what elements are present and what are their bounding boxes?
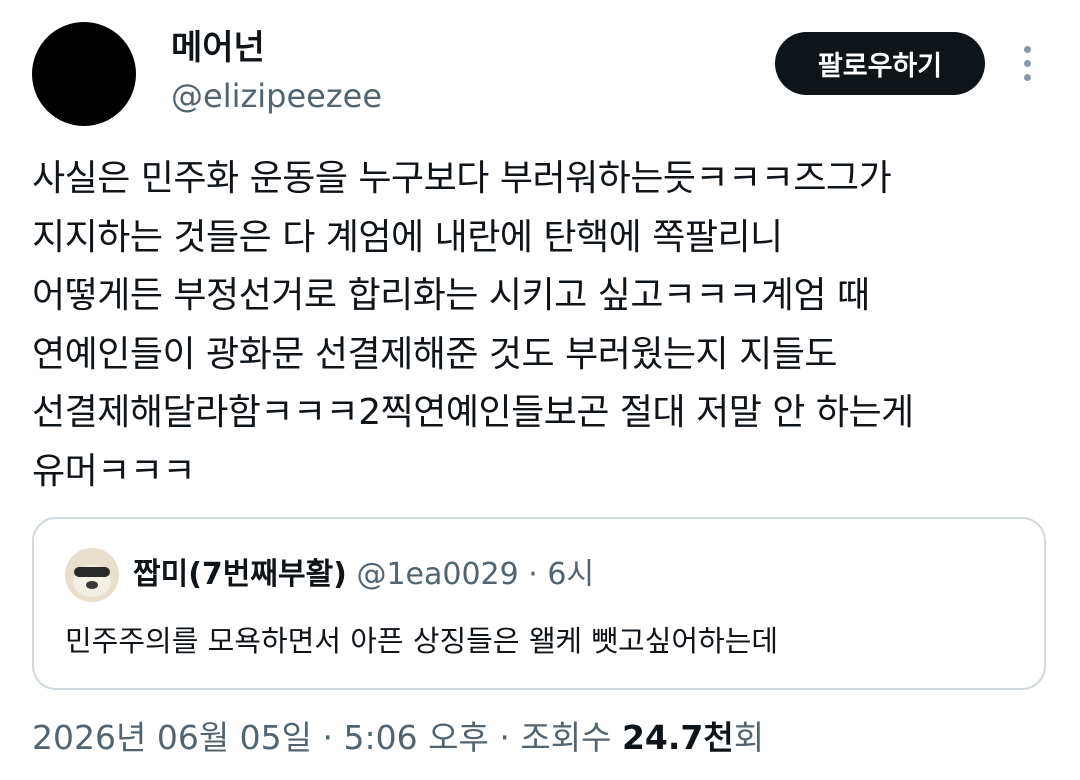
tweet-text: 사실은 민주화 운동을 누구보다 부러워하는듯ㅋㅋㅋ즈그가 지지하는 것들은 다… (32, 158, 914, 492)
quoted-header: 짭미(7번째부활) @1ea0029 · 6시 (133, 553, 594, 597)
quoted-time: 6시 (547, 557, 595, 592)
meta-separator: · (322, 718, 334, 757)
follow-button[interactable]: 팔로우하기 (775, 32, 985, 95)
tweet-date[interactable]: 2026년 06월 05일 (32, 718, 312, 757)
views-count: 24.7천 (621, 718, 734, 757)
views-label: 조회수 (520, 718, 612, 757)
quoted-separator: · (528, 557, 538, 592)
quoted-tweet[interactable]: 짭미(7번째부활) @1ea0029 · 6시 민주주의를 모욕하면서 아픈 상… (32, 517, 1046, 690)
more-options-icon[interactable] (1012, 44, 1042, 84)
quoted-display-name: 짭미(7번째부활) (133, 557, 347, 592)
tweet-meta: 2026년 06월 05일 · 5:06 오후 · 조회수 24.7천회 (32, 715, 764, 761)
author-display-name[interactable]: 메어넌 (171, 26, 265, 70)
quoted-handle: @1ea0029 (356, 557, 519, 592)
quoted-text: 민주주의를 모욕하면서 아픈 상징들은 왤케 뺏고싶어하는데 (65, 624, 779, 658)
author-avatar[interactable] (32, 22, 136, 126)
author-handle[interactable]: @elizipeezee (171, 74, 382, 118)
tweet-time[interactable]: 5:06 오후 (344, 718, 489, 757)
quoted-author-avatar (65, 548, 119, 602)
views-suffix: 회 (733, 718, 765, 757)
meta-separator: · (499, 718, 510, 757)
